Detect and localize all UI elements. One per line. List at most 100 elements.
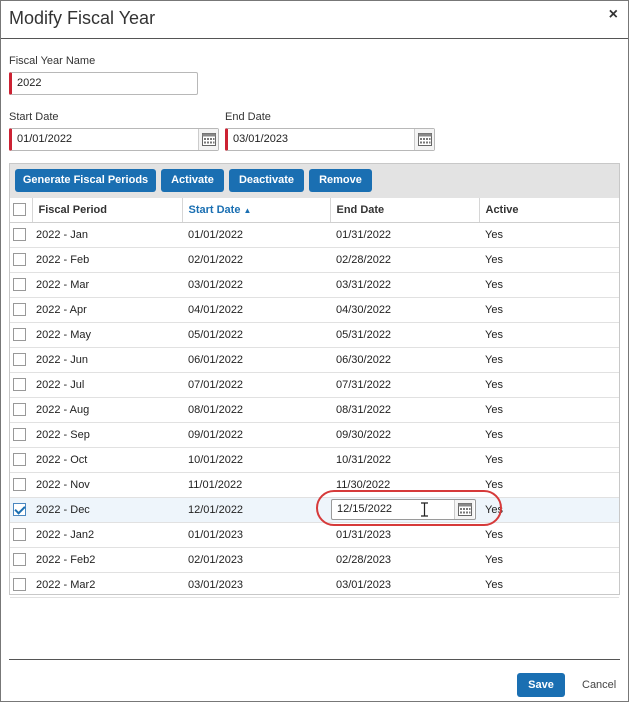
- fiscal-period-cell: 2022 - Jun: [32, 347, 182, 373]
- row-checkbox[interactable]: [13, 403, 26, 416]
- active-cell: Yes: [479, 572, 619, 598]
- row-select-cell[interactable]: [10, 497, 32, 523]
- table-row[interactable]: 2022 - Feb2 02/01/2023 02/28/2023 Yes: [10, 547, 619, 573]
- end-date-field[interactable]: 03/01/2023: [225, 128, 435, 151]
- fiscal-period-cell: 2022 - Jul: [32, 372, 182, 398]
- table-row[interactable]: 2022 - Nov 11/01/2022 11/30/2022 Yes: [10, 472, 619, 498]
- end-date-cell: 01/31/2023: [330, 522, 479, 548]
- row-select-cell[interactable]: [10, 372, 32, 398]
- fiscal-period-cell: 2022 - Nov: [32, 472, 182, 498]
- table-row[interactable]: 2022 - Aug 08/01/2022 08/31/2022 Yes: [10, 397, 619, 423]
- start-date-cell: 11/01/2022: [182, 472, 330, 498]
- end-date-cell: 03/01/2023: [330, 572, 479, 598]
- row-checkbox[interactable]: [13, 503, 26, 516]
- remove-button[interactable]: Remove: [309, 169, 372, 192]
- table-row[interactable]: 2022 - Apr 04/01/2022 04/30/2022 Yes: [10, 297, 619, 323]
- generate-fiscal-periods-button[interactable]: Generate Fiscal Periods: [15, 169, 156, 192]
- table-row[interactable]: 2022 - May 05/01/2022 05/31/2022 Yes: [10, 322, 619, 348]
- active-cell: Yes: [479, 547, 619, 573]
- fiscal-year-name-field[interactable]: 2022: [9, 72, 198, 95]
- close-icon[interactable]: ×: [609, 6, 618, 24]
- fiscal-period-cell: 2022 - Oct: [32, 447, 182, 473]
- row-checkbox[interactable]: [13, 553, 26, 566]
- row-select-cell[interactable]: [10, 472, 32, 498]
- row-select-cell[interactable]: [10, 222, 32, 248]
- deactivate-button[interactable]: Deactivate: [229, 169, 304, 192]
- row-select-cell[interactable]: [10, 272, 32, 298]
- row-select-cell[interactable]: [10, 422, 32, 448]
- end-date-cell[interactable]: 12/15/2022: [330, 497, 479, 523]
- row-select-cell[interactable]: [10, 522, 32, 548]
- activate-button[interactable]: Activate: [161, 169, 224, 192]
- fiscal-periods-table: Fiscal Period Start Date ▲ End Date Activ…: [10, 198, 619, 598]
- row-checkbox[interactable]: [13, 453, 26, 466]
- table-row[interactable]: 2022 - Dec 12/01/2022 12/15/2022 Yes: [10, 497, 619, 523]
- row-checkbox[interactable]: [13, 278, 26, 291]
- active-cell: Yes: [479, 347, 619, 373]
- active-cell: Yes: [479, 247, 619, 273]
- table-row[interactable]: 2022 - Sep 09/01/2022 09/30/2022 Yes: [10, 422, 619, 448]
- row-select-cell[interactable]: [10, 447, 32, 473]
- row-checkbox[interactable]: [13, 353, 26, 366]
- start-date-cell: 03/01/2023: [182, 572, 330, 598]
- end-date-cell: 06/30/2022: [330, 347, 479, 373]
- fiscal-period-cell: 2022 - Dec: [32, 497, 182, 523]
- row-select-cell[interactable]: [10, 547, 32, 573]
- text-cursor-icon: [421, 502, 428, 517]
- modify-fiscal-year-dialog: Modify Fiscal Year × Fiscal Year Name 20…: [0, 0, 629, 702]
- fiscal-year-name-label: Fiscal Year Name: [9, 55, 96, 67]
- active-cell: Yes: [479, 397, 619, 423]
- fiscal-year-name-value: 2022: [17, 77, 42, 89]
- row-select-cell[interactable]: [10, 297, 32, 323]
- select-all-header[interactable]: [10, 198, 33, 223]
- row-checkbox[interactable]: [13, 253, 26, 266]
- fiscal-period-cell: 2022 - Feb: [32, 247, 182, 273]
- row-checkbox[interactable]: [13, 478, 26, 491]
- calendar-icon: [457, 503, 472, 516]
- end-date-value: 03/01/2023: [233, 133, 289, 145]
- table-row[interactable]: 2022 - Oct 10/01/2022 10/31/2022 Yes: [10, 447, 619, 473]
- table-row[interactable]: 2022 - Feb 02/01/2022 02/28/2022 Yes: [10, 247, 619, 273]
- select-all-checkbox[interactable]: [13, 203, 26, 217]
- start-date-value: 01/01/2022: [17, 133, 73, 145]
- fiscal-period-cell: 2022 - Mar2: [32, 572, 182, 598]
- end-date-cell: 11/30/2022: [330, 472, 479, 498]
- start-date-field[interactable]: 01/01/2022: [9, 128, 219, 151]
- end-date-cell: 04/30/2022: [330, 297, 479, 323]
- table-row[interactable]: 2022 - Jan2 01/01/2023 01/31/2023 Yes: [10, 522, 619, 548]
- row-checkbox[interactable]: [13, 303, 26, 316]
- start-date-calendar-button[interactable]: [198, 129, 218, 150]
- row-select-cell[interactable]: [10, 572, 32, 598]
- start-date-cell: 05/01/2022: [182, 322, 330, 348]
- table-row[interactable]: 2022 - Mar2 03/01/2023 03/01/2023 Yes: [10, 572, 619, 598]
- row-checkbox[interactable]: [13, 528, 26, 541]
- row-checkbox[interactable]: [13, 578, 26, 591]
- end-date-cell: 02/28/2022: [330, 247, 479, 273]
- save-button[interactable]: Save: [517, 673, 565, 697]
- row-select-cell[interactable]: [10, 322, 32, 348]
- column-header-start-date[interactable]: Start Date ▲: [182, 198, 331, 223]
- cancel-button[interactable]: Cancel: [582, 679, 616, 691]
- row-checkbox[interactable]: [13, 428, 26, 441]
- end-date-calendar-button[interactable]: [454, 500, 474, 519]
- start-date-cell: 03/01/2022: [182, 272, 330, 298]
- column-header-active[interactable]: Active: [479, 198, 619, 223]
- row-select-cell[interactable]: [10, 397, 32, 423]
- column-header-fiscal-period[interactable]: Fiscal Period: [32, 198, 183, 223]
- row-checkbox[interactable]: [13, 328, 26, 341]
- start-date-cell: 10/01/2022: [182, 447, 330, 473]
- end-date-edit-field[interactable]: 12/15/2022: [331, 499, 476, 520]
- column-header-end-date[interactable]: End Date: [330, 198, 480, 223]
- row-select-cell[interactable]: [10, 247, 32, 273]
- table-row[interactable]: 2022 - Jan 01/01/2022 01/31/2022 Yes: [10, 222, 619, 248]
- end-date-cell: 09/30/2022: [330, 422, 479, 448]
- row-checkbox[interactable]: [13, 228, 26, 241]
- start-date-cell: 01/01/2022: [182, 222, 330, 248]
- start-date-label: Start Date: [9, 111, 59, 123]
- table-row[interactable]: 2022 - Jul 07/01/2022 07/31/2022 Yes: [10, 372, 619, 398]
- row-checkbox[interactable]: [13, 378, 26, 391]
- table-row[interactable]: 2022 - Mar 03/01/2022 03/31/2022 Yes: [10, 272, 619, 298]
- table-row[interactable]: 2022 - Jun 06/01/2022 06/30/2022 Yes: [10, 347, 619, 373]
- end-date-calendar-button[interactable]: [414, 129, 434, 150]
- row-select-cell[interactable]: [10, 347, 32, 373]
